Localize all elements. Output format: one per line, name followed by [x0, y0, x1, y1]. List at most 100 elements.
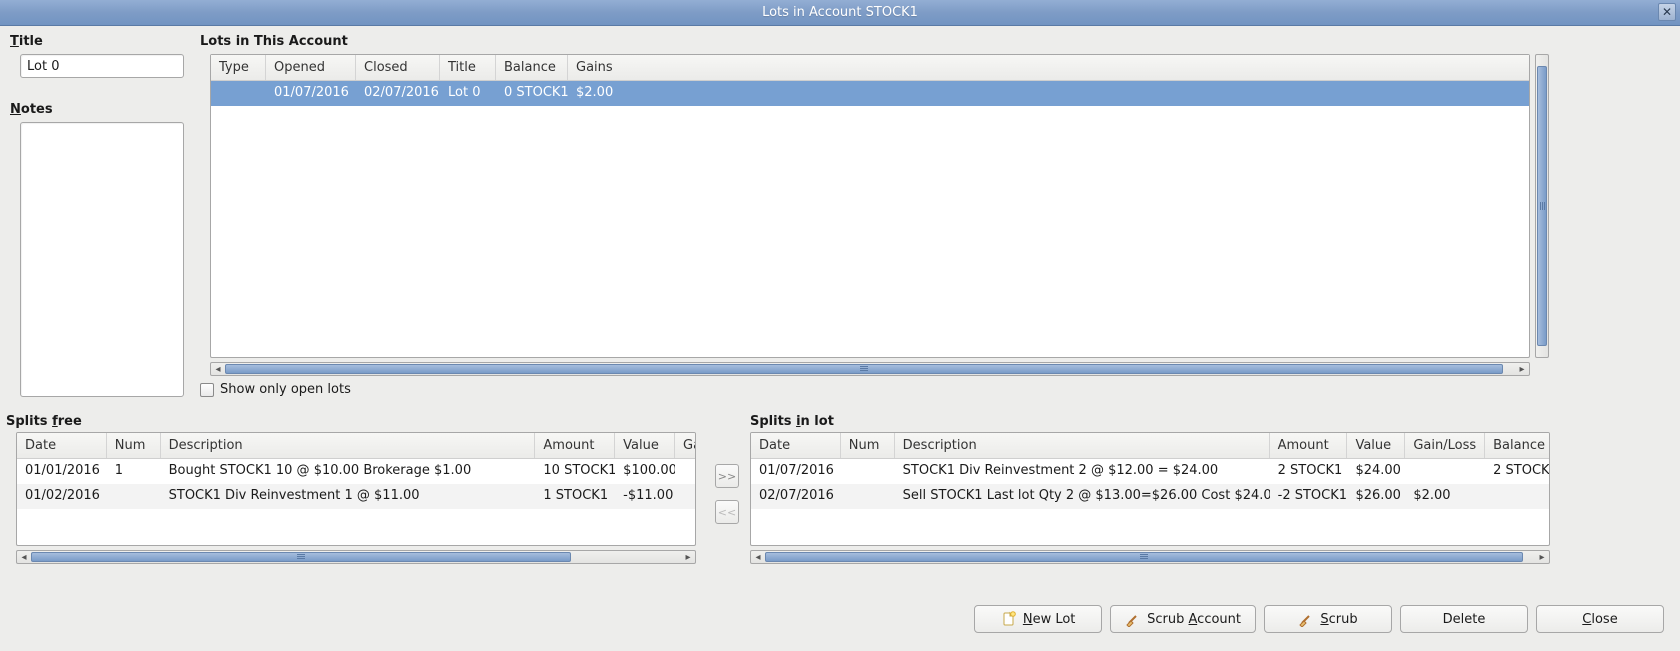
cell-description: Sell STOCK1 Last lot Qty 2 @ $13.00=$26.… — [895, 484, 1270, 509]
cell-balance: 0 STOCK1 — [496, 81, 568, 106]
col-description[interactable]: Description — [895, 433, 1270, 458]
col-value[interactable]: Value — [1347, 433, 1405, 458]
table-row[interactable]: 01/02/2016 STOCK1 Div Reinvestment 1 @ $… — [17, 484, 695, 509]
col-num[interactable]: Num — [841, 433, 895, 458]
col-gainloss[interactable]: Gain/Loss — [1405, 433, 1485, 458]
col-value[interactable]: Value — [615, 433, 675, 458]
cell-num — [841, 459, 895, 484]
splits-in-horizontal-scrollbar[interactable]: ◂ ▸ — [750, 550, 1550, 564]
cell-title: Lot 0 — [440, 81, 496, 106]
col-opened[interactable]: Opened — [266, 55, 356, 80]
table-row[interactable]: 01/07/2016 STOCK1 Div Reinvestment 2 @ $… — [751, 459, 1549, 484]
lots-table[interactable]: Type Opened Closed Title Balance Gains 0… — [210, 54, 1530, 358]
lots-table-horizontal-scrollbar[interactable]: ◂ ▸ — [210, 362, 1530, 376]
col-gain[interactable]: Ga — [675, 433, 695, 458]
col-amount[interactable]: Amount — [1270, 433, 1348, 458]
col-type[interactable]: Type — [211, 55, 266, 80]
cell-description: STOCK1 Div Reinvestment 1 @ $11.00 — [161, 484, 536, 509]
scroll-left-icon: ◂ — [18, 552, 30, 563]
close-icon: ✕ — [1662, 6, 1672, 18]
cell-date: 01/01/2016 — [17, 459, 107, 484]
chevron-right-icon: >> — [718, 470, 736, 483]
col-balance[interactable]: Balance — [496, 55, 568, 80]
col-title[interactable]: Title — [440, 55, 496, 80]
broom-icon — [1125, 611, 1141, 627]
cell-gain: $2.00 — [1405, 484, 1485, 509]
window-titlebar: Lots in Account STOCK1 ✕ — [0, 0, 1680, 26]
col-balance[interactable]: Balance — [1485, 433, 1549, 458]
cell-date: 01/07/2016 — [751, 459, 841, 484]
cell-value: $100.00 — [615, 459, 675, 484]
new-icon — [1001, 611, 1017, 627]
delete-button-label: Delete — [1443, 612, 1486, 627]
window-close-button[interactable]: ✕ — [1658, 3, 1676, 21]
scrub-account-button[interactable]: Scrub Account — [1110, 605, 1256, 633]
cell-description: STOCK1 Div Reinvestment 2 @ $12.00 = $24… — [895, 459, 1270, 484]
lot-title-input[interactable] — [20, 54, 184, 78]
splits-free-header-row: Date Num Description Amount Value Ga — [17, 433, 695, 459]
cell-opened: 01/07/2016 — [266, 81, 356, 106]
broom-icon — [1298, 611, 1314, 627]
cell-gains: $2.00 — [568, 81, 1529, 106]
cell-amount: 10 STOCK1 — [535, 459, 615, 484]
cell-balance: 2 STOCK1 — [1485, 459, 1549, 484]
cell-amount: -2 STOCK1 — [1270, 484, 1348, 509]
lots-table-heading: Lots in This Account — [200, 34, 348, 49]
splits-free-heading: Splits free — [6, 414, 82, 429]
cell-gain — [1405, 459, 1485, 484]
cell-value: $26.00 — [1347, 484, 1405, 509]
window-title: Lots in Account STOCK1 — [762, 5, 918, 20]
col-amount[interactable]: Amount — [535, 433, 615, 458]
notes-label: Notes — [10, 102, 53, 117]
cell-amount: 1 STOCK1 — [535, 484, 615, 509]
scrub-button[interactable]: Scrub — [1264, 605, 1392, 633]
splits-in-heading: Splits in lot — [750, 414, 834, 429]
col-num[interactable]: Num — [107, 433, 161, 458]
scroll-right-icon: ▸ — [1516, 364, 1528, 375]
cell-amount: 2 STOCK1 — [1270, 459, 1348, 484]
scroll-right-icon: ▸ — [1536, 552, 1548, 563]
col-gains[interactable]: Gains — [568, 55, 1529, 80]
delete-button[interactable]: Delete — [1400, 605, 1528, 633]
cell-num: 1 — [107, 459, 161, 484]
cell-balance — [1485, 484, 1549, 509]
splits-in-header-row: Date Num Description Amount Value Gain/L… — [751, 433, 1549, 459]
table-row[interactable]: 02/07/2016 Sell STOCK1 Last lot Qty 2 @ … — [751, 484, 1549, 509]
new-lot-button[interactable]: New Lot — [974, 605, 1102, 633]
col-date[interactable]: Date — [17, 433, 107, 458]
move-to-lot-button[interactable]: >> — [715, 464, 739, 488]
col-description[interactable]: Description — [161, 433, 536, 458]
cell-closed: 02/07/2016 — [356, 81, 440, 106]
cell-type — [211, 81, 266, 106]
splits-in-lot-table[interactable]: Date Num Description Amount Value Gain/L… — [750, 432, 1550, 546]
scroll-left-icon: ◂ — [212, 364, 224, 375]
cell-value: -$11.00 — [615, 484, 675, 509]
scroll-left-icon: ◂ — [752, 552, 764, 563]
col-date[interactable]: Date — [751, 433, 841, 458]
checkbox-icon — [200, 383, 214, 397]
close-button[interactable]: Close — [1536, 605, 1664, 633]
splits-free-horizontal-scrollbar[interactable]: ◂ ▸ — [16, 550, 696, 564]
table-row[interactable]: 01/01/2016 1 Bought STOCK1 10 @ $10.00 B… — [17, 459, 695, 484]
show-only-open-lots-label: Show only open lots — [220, 382, 351, 397]
cell-date: 01/02/2016 — [17, 484, 107, 509]
cell-num — [841, 484, 895, 509]
lots-table-header-row: Type Opened Closed Title Balance Gains — [211, 55, 1529, 81]
col-closed[interactable]: Closed — [356, 55, 440, 80]
cell-gain — [675, 459, 695, 484]
splits-free-table[interactable]: Date Num Description Amount Value Ga 01/… — [16, 432, 696, 546]
cell-num — [107, 484, 161, 509]
show-only-open-lots-checkbox[interactable]: Show only open lots — [200, 382, 351, 397]
chevron-left-icon: << — [718, 506, 736, 519]
title-label: Title — [10, 34, 43, 49]
lots-table-row[interactable]: 01/07/2016 02/07/2016 Lot 0 0 STOCK1 $2.… — [211, 81, 1529, 106]
cell-date: 02/07/2016 — [751, 484, 841, 509]
scroll-right-icon: ▸ — [682, 552, 694, 563]
cell-value: $24.00 — [1347, 459, 1405, 484]
lots-table-vertical-scrollbar[interactable] — [1535, 54, 1549, 358]
cell-description: Bought STOCK1 10 @ $10.00 Brokerage $1.0… — [161, 459, 536, 484]
cell-gain — [675, 484, 695, 509]
lot-notes-input[interactable] — [20, 122, 184, 397]
dialog-button-bar: New Lot Scrub Account Scrub Delete Close — [974, 605, 1664, 633]
move-from-lot-button[interactable]: << — [715, 500, 739, 524]
